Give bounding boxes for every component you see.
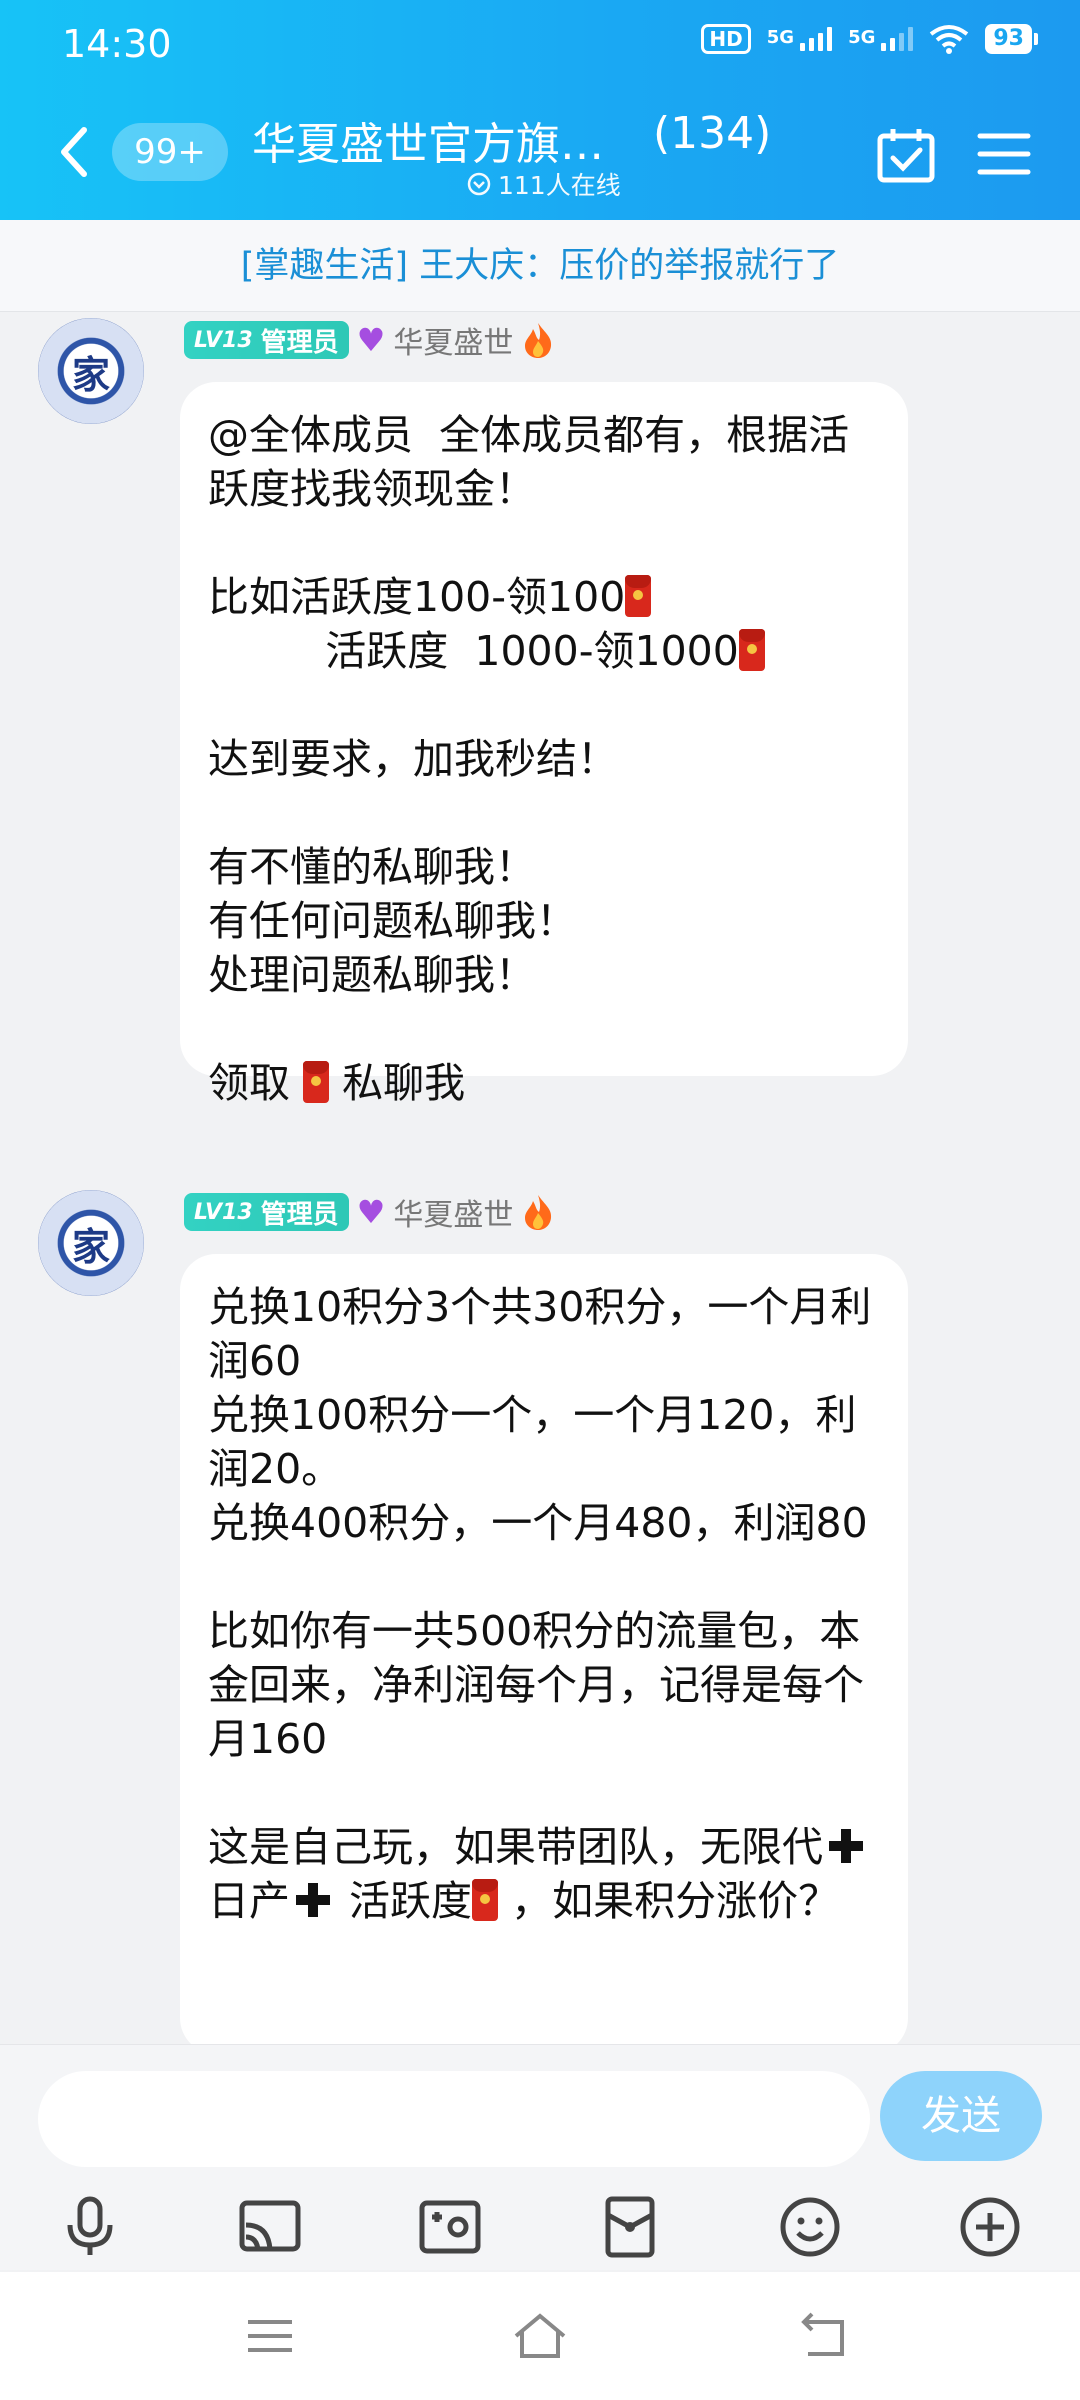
message-bubble[interactable]: 兑换10积分3个共30积分，一个月利润60 兑换100积分一个，一个月120，利… [180,1254,908,2054]
red-envelope-emoji [625,575,652,617]
emoji-icon[interactable] [778,2195,842,2259]
sender-info: LV13 管理员 ♥ 华夏盛世 [184,318,555,362]
red-envelope-emoji [738,629,765,671]
header-nav: 99+ 华夏盛世官方旗… (134) 111人在线 [0,100,1080,210]
send-button[interactable]: 发送 [880,2071,1042,2161]
message-line: 达到要求，加我秒结！ [208,735,618,783]
back-arrow-icon[interactable] [52,122,96,182]
sender-info: LV13 管理员 ♥ 华夏盛世 [184,1190,555,1234]
calendar-check-icon[interactable] [876,126,936,186]
message-line: 兑换100积分一个，一个月120，利润20。 [208,1391,857,1493]
hd-voice-icon: HD [701,24,751,54]
message-line: 有不懂的私聊我！ [208,843,536,891]
message-line: 有任何问题私聊我！ [208,897,577,945]
wifi-icon [930,25,969,54]
message-composer: 发送 [0,2044,1080,2270]
avatar[interactable]: 家 [38,1190,144,1296]
sender-name[interactable]: 华夏盛世 [393,1190,513,1234]
clock: 14:30 [62,22,172,66]
message-line: 这是自己玩，如果带团队，无限代 [208,1823,823,1871]
menu-lines-icon[interactable] [242,2308,298,2364]
online-circle-icon [467,172,491,196]
level-badge: LV13 管理员 [184,321,349,359]
avatar[interactable]: 家 [38,318,144,424]
message-line: 活跃度 1000-领1000 [208,627,739,675]
screen-cast-icon[interactable] [238,2195,302,2259]
red-envelope-emoji [303,1061,330,1103]
photo-icon[interactable] [418,2195,482,2259]
member-count: (134) [653,108,772,159]
composer-toolbar [0,2183,1080,2267]
message-line: 私聊我 [342,1059,466,1107]
message-line: @全体成员 全体成员都有，根据活跃度找我领现金！ [208,411,850,513]
battery-indicator: 93 [985,24,1038,54]
system-icons: HD 5G 5G 93 [701,24,1038,54]
message-line: 活跃度 [349,1877,473,1925]
heavy-plus-emoji [294,1881,332,1919]
signal-icon-sim2: 5G [848,27,914,51]
message-line: 处理问题私聊我！ [208,951,536,999]
signal-icon-sim1: 5G [767,27,833,51]
red-envelope-emoji [472,1879,499,1921]
message-line: 比如活跃度100-领100 [208,573,626,621]
level-badge: LV13 管理员 [184,1193,349,1231]
heavy-plus-emoji [827,1827,865,1865]
red-packet-icon[interactable] [598,2195,662,2259]
fire-icon [525,323,552,358]
message-line: 领取 [208,1059,290,1107]
sender-name[interactable]: 华夏盛世 [393,318,513,362]
message-line: ，如果积分涨价？ [511,1877,840,1925]
chat-header: 14:30 HD 5G 5G 93 99+ 华夏盛世官方旗… (134) 111… [0,0,1080,220]
home-icon[interactable] [512,2308,568,2364]
online-count: 111人在线 [498,171,621,200]
plus-circle-icon[interactable] [958,2195,1022,2259]
message-bubble[interactable]: @全体成员 全体成员都有，根据活跃度找我领现金！ 比如活跃度100-领100 活… [180,382,908,1107]
purple-heart-icon: ♥ [356,1193,386,1231]
group-title[interactable]: 华夏盛世官方旗… [252,108,604,172]
unread-count-badge[interactable]: 99+ [112,123,228,181]
system-navigation-bar [0,2272,1080,2400]
fire-icon [525,1195,552,1230]
purple-heart-icon: ♥ [356,321,386,359]
group-announcement[interactable]: [掌趣生活] 王大庆：压价的举报就行了 [0,220,1080,312]
microphone-icon[interactable] [58,2195,122,2259]
message-line: 兑换10积分3个共30积分，一个月利润60 [208,1283,872,1385]
message-line: 兑换400积分，一个月480，利润80 [208,1499,868,1547]
message-input[interactable] [38,2071,870,2167]
online-status: 111人在线 [466,166,621,202]
message-line: 日产 [208,1877,290,1925]
menu-icon[interactable] [976,126,1032,182]
status-bar: 14:30 HD 5G 5G 93 [0,0,1080,86]
message-line: 比如你有一共500积分的流量包，本金回来，净利润每个月，记得是每个月160 [208,1607,864,1763]
back-icon[interactable] [796,2308,852,2364]
